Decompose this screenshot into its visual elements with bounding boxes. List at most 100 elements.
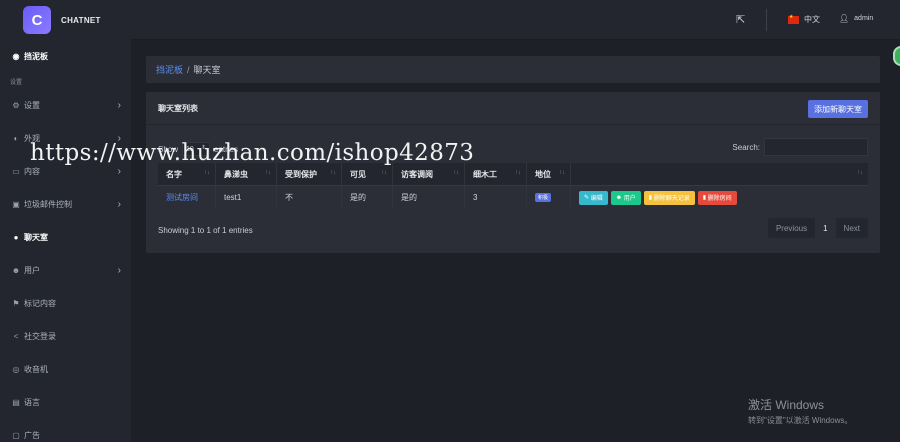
- header-label: 受到保护: [285, 169, 317, 179]
- pagination-next[interactable]: Next: [836, 218, 868, 238]
- radio-icon: ◎: [12, 365, 20, 374]
- sidebar-item-ads[interactable]: ▢ 广告: [0, 419, 131, 442]
- add-chatroom-button[interactable]: 添加新聊天室: [808, 100, 868, 118]
- cell-joiners: 3: [465, 186, 527, 209]
- sidebar-nav: ◉ 挡泥板 设置 ⚙ 设置 › ◐ 外观 › ▭ 内容 › ▣ 垃圾邮件控制 ›…: [0, 40, 131, 442]
- column-header-slug[interactable]: 鼻涕虫 ↑↓: [216, 163, 277, 185]
- sidebar-item-label: 收音机: [24, 365, 48, 374]
- room-name-link[interactable]: 测试房间: [166, 192, 198, 203]
- delete-room-button[interactable]: ▮ 删除房间: [697, 190, 737, 205]
- dashboard-icon: ◉: [12, 52, 20, 61]
- breadcrumb-separator: /: [187, 64, 190, 75]
- search-input[interactable]: [764, 138, 868, 156]
- pagination-page-1[interactable]: 1: [815, 218, 836, 238]
- sort-icon: ↑↓: [265, 170, 271, 176]
- users-icon: ☻: [615, 194, 624, 201]
- edit-button[interactable]: ✎ 编辑: [579, 190, 608, 205]
- comments-icon: ●: [13, 233, 19, 242]
- breadcrumb-current: 聊天室: [193, 65, 221, 75]
- share-icon: <: [13, 332, 19, 341]
- cell-status: 积极: [527, 186, 571, 209]
- sidebar-item-label: 挡泥板: [24, 52, 48, 61]
- column-header-joiners[interactable]: 细木工 ↑↓: [465, 163, 527, 185]
- topbar-divider: [766, 9, 767, 31]
- cell-visible: 是的: [342, 186, 393, 209]
- sidebar-item-label: 设置: [24, 101, 40, 110]
- status-badge: 积极: [535, 193, 552, 202]
- column-header-actions[interactable]: ↑↓: [571, 163, 868, 185]
- header-label: 鼻涕虫: [224, 169, 248, 179]
- sort-icon: ↑↓: [453, 170, 459, 176]
- ad-icon: ▢: [12, 431, 20, 440]
- sidebar-item-label: 垃圾邮件控制: [24, 200, 72, 209]
- chevron-right-icon: ›: [117, 166, 121, 177]
- users-label: 用户: [623, 196, 636, 202]
- floating-badge-icon[interactable]: [893, 46, 900, 66]
- windows-activation-title: 激活 Windows: [748, 398, 825, 412]
- header-label: 地位: [535, 169, 551, 179]
- external-link-icon[interactable]: ⇱: [736, 13, 745, 26]
- sidebar-item-chatrooms[interactable]: ● 聊天室: [0, 221, 131, 254]
- sidebar: C CHATNET ◉ 挡泥板 设置 ⚙ 设置 › ◐ 外观 › ▭ 内容 › …: [0, 0, 131, 442]
- chatrooms-table: 名字 ↑↓ 鼻涕虫 ↑↓ 受到保护 ↑↓ 可见 ↑↓ 访客调阅 ↑↓ 细木工 ↑↓ 地位 ↑↓…: [158, 163, 868, 209]
- sidebar-item-label: 内容: [24, 167, 40, 176]
- column-header-protected[interactable]: 受到保护 ↑↓: [277, 163, 342, 185]
- sort-icon: ↑↓: [857, 170, 863, 176]
- table-search: Search:: [732, 138, 868, 156]
- chevron-right-icon: ›: [117, 265, 121, 276]
- pagination: Previous 1 Next: [767, 218, 868, 238]
- palette-icon: ◐: [13, 134, 19, 143]
- sidebar-item-language[interactable]: ▤ 语言: [0, 386, 131, 419]
- sidebar-item-settings[interactable]: ⚙ 设置 ›: [0, 89, 131, 122]
- sidebar-section-settings: 设置: [10, 79, 23, 86]
- sidebar-item-dashboard[interactable]: ◉ 挡泥板: [0, 40, 131, 73]
- chevron-right-icon: ›: [117, 100, 121, 111]
- chatrooms-card: 聊天室列表 添加新聊天室 Show 10 ⬍ entries Search: 名…: [146, 92, 880, 253]
- header-label: 访客调阅: [401, 169, 433, 179]
- room-users-button[interactable]: ☻ 用户: [610, 190, 641, 205]
- breadcrumb: 挡泥板 / 聊天室: [146, 56, 880, 83]
- column-header-name[interactable]: 名字 ↑↓: [158, 163, 216, 185]
- gear-icon: ⚙: [12, 101, 20, 110]
- table-header: 名字 ↑↓ 鼻涕虫 ↑↓ 受到保护 ↑↓ 可见 ↑↓ 访客调阅 ↑↓ 细木工 ↑↓ 地位 ↑↓…: [158, 163, 868, 185]
- cell-actions: ✎ 编辑 ☻ 用户 ▮ 删除聊天记录 ▮ 删除房间: [571, 186, 868, 209]
- column-header-visible[interactable]: 可见 ↑↓: [342, 163, 393, 185]
- sort-icon: ↑↓: [559, 170, 565, 176]
- sort-icon: ↑↓: [515, 170, 521, 176]
- card-title: 聊天室列表: [158, 103, 198, 113]
- clear-chat-button[interactable]: ▮ 删除聊天记录: [643, 190, 695, 205]
- header-label: 名字: [166, 169, 182, 179]
- card-header: 聊天室列表 添加新聊天室: [146, 92, 880, 125]
- clear-label: 删除聊天记录: [653, 196, 690, 202]
- brand[interactable]: C CHATNET: [0, 0, 131, 40]
- content-icon: ▭: [12, 167, 20, 176]
- user-icon: 👤︎: [839, 14, 850, 23]
- language-label: 中文: [804, 15, 820, 24]
- edit-icon: ✎: [584, 195, 591, 201]
- windows-activation-notice: 激活 Windows 转到"设置"以激活 Windows。: [748, 396, 852, 426]
- sidebar-item-label: 聊天室: [24, 233, 48, 242]
- header-label: 可见: [350, 169, 366, 179]
- chevron-right-icon: ›: [117, 199, 121, 210]
- keyboard-icon: ▤: [12, 398, 20, 407]
- sidebar-item-flagged[interactable]: ⚑ 标记内容: [0, 287, 131, 320]
- sidebar-item-radio[interactable]: ◎ 收音机: [0, 353, 131, 386]
- cell-protected: 不: [277, 186, 342, 209]
- cell-name: 测试房间: [158, 186, 216, 209]
- delete-label: 删除房间: [707, 196, 732, 202]
- sidebar-item-social-login[interactable]: < 社交登录: [0, 320, 131, 353]
- topbar: ⇱ 中文 👤︎ admin: [131, 0, 900, 40]
- sidebar-item-users[interactable]: ☻ 用户 ›: [0, 254, 131, 287]
- column-header-status[interactable]: 地位 ↑↓: [527, 163, 571, 185]
- language-selector[interactable]: 中文: [788, 14, 820, 25]
- brand-logo-icon: C: [23, 6, 51, 34]
- sidebar-item-spam-control[interactable]: ▣ 垃圾邮件控制 ›: [0, 188, 131, 221]
- trash-icon: ▣: [12, 200, 20, 209]
- sidebar-item-label: 用户: [24, 266, 40, 275]
- column-header-guest-view[interactable]: 访客调阅 ↑↓: [393, 163, 465, 185]
- breadcrumb-home[interactable]: 挡泥板: [156, 63, 183, 76]
- user-menu[interactable]: 👤︎ admin: [839, 14, 873, 23]
- pagination-previous[interactable]: Previous: [768, 218, 815, 238]
- sidebar-item-label: 标记内容: [24, 299, 56, 308]
- edit-label: 编辑: [590, 196, 603, 202]
